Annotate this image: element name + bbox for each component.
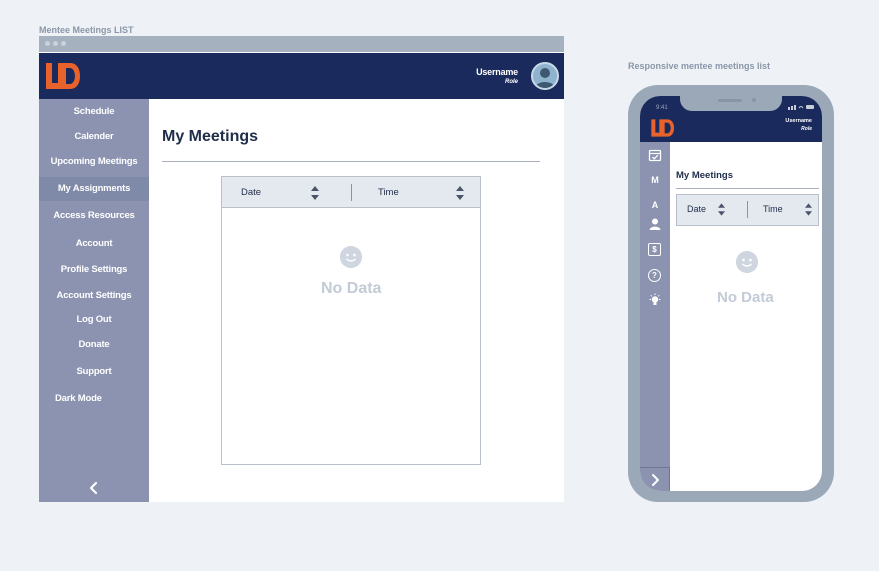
mobile-sidebar: M A $ ? <box>640 142 670 491</box>
sort-icon[interactable] <box>718 203 725 216</box>
avatar-person-icon <box>535 68 555 88</box>
desktop-window: Username Role Schedule Calender Upcoming… <box>39 36 564 502</box>
status-icons <box>788 105 814 110</box>
speaker <box>718 99 742 102</box>
smiley-icon <box>340 246 362 268</box>
app-header: Username Role <box>39 53 564 99</box>
phone-notch <box>680 96 782 111</box>
status-clock: 9:41 <box>656 105 668 111</box>
chevron-right-icon <box>652 474 659 486</box>
table-header: Date Time <box>676 194 819 226</box>
column-header-time[interactable]: Time <box>763 204 783 214</box>
sidebar-item-profile-settings[interactable]: Profile Settings <box>39 264 149 275</box>
letter-a-icon[interactable]: A <box>648 198 662 212</box>
table-header: Date Time <box>222 177 480 208</box>
sort-icon[interactable] <box>805 203 812 216</box>
sidebar-item-account-settings[interactable]: Account Settings <box>39 290 149 301</box>
page-title: My Meetings <box>162 128 259 145</box>
ud-logo[interactable] <box>44 61 80 91</box>
empty-state-text: No Data <box>321 280 382 297</box>
page-title: My Meetings <box>676 170 734 181</box>
column-header-date[interactable]: Date <box>687 204 706 214</box>
column-divider <box>747 201 748 218</box>
sidebar: Schedule Calender Upcoming Meetings My A… <box>39 99 149 502</box>
user-role: Role <box>504 79 518 85</box>
lightbulb-icon[interactable] <box>648 293 662 307</box>
smiley-icon <box>736 251 758 273</box>
empty-state-text: No Data <box>717 289 774 306</box>
sidebar-item-schedule[interactable]: Schedule <box>39 106 149 117</box>
help-icon[interactable]: ? <box>648 269 661 282</box>
column-header-date[interactable]: Date <box>241 187 261 198</box>
user-role: Role <box>801 126 812 132</box>
title-divider <box>162 161 540 162</box>
sidebar-item-my-assignments[interactable]: My Assignments <box>39 177 149 201</box>
column-divider <box>351 184 352 201</box>
window-dot[interactable] <box>61 41 66 46</box>
camera <box>752 98 756 102</box>
title-divider <box>676 188 819 189</box>
sidebar-item-dark-mode[interactable]: Dark Mode <box>39 393 149 404</box>
sidebar-item-calender[interactable]: Calender <box>39 131 149 142</box>
sidebar-item-account[interactable]: Account <box>39 238 149 249</box>
sort-icon[interactable] <box>456 186 464 200</box>
expand-sidebar-button[interactable] <box>640 467 670 491</box>
desktop-caption: Mentee Meetings LIST <box>39 25 134 35</box>
avatar[interactable] <box>531 62 559 90</box>
sidebar-item-support[interactable]: Support <box>39 366 149 377</box>
sidebar-item-access-resources[interactable]: Access Resources <box>39 210 149 221</box>
window-dot[interactable] <box>45 41 50 46</box>
calendar-check-icon[interactable] <box>648 148 662 162</box>
dollar-icon[interactable]: $ <box>648 243 661 256</box>
ud-logo[interactable] <box>650 118 674 138</box>
sort-icon[interactable] <box>311 186 319 200</box>
mobile-caption: Responsive mentee meetings list <box>628 61 771 71</box>
username: Username <box>785 118 812 124</box>
user-info[interactable]: Username Role <box>785 118 812 132</box>
username: Username <box>476 67 518 77</box>
letter-m-icon[interactable]: M <box>648 173 662 187</box>
chevron-left-icon[interactable] <box>86 480 102 496</box>
phone-frame: 9:41 Username Role M A $ ? My Meetings D… <box>628 85 834 502</box>
sidebar-item-upcoming-meetings[interactable]: Upcoming Meetings <box>39 156 149 167</box>
sidebar-item-log-out[interactable]: Log Out <box>39 314 149 325</box>
window-dot[interactable] <box>53 41 58 46</box>
phone-screen: 9:41 Username Role M A $ ? My Meetings D… <box>640 96 822 491</box>
user-icon[interactable] <box>648 217 662 231</box>
meetings-table: Date Time No Data <box>221 176 481 465</box>
column-header-time[interactable]: Time <box>378 187 399 198</box>
window-chrome <box>39 36 564 52</box>
sidebar-item-donate[interactable]: Donate <box>39 339 149 350</box>
user-info[interactable]: Username Role <box>476 67 518 85</box>
